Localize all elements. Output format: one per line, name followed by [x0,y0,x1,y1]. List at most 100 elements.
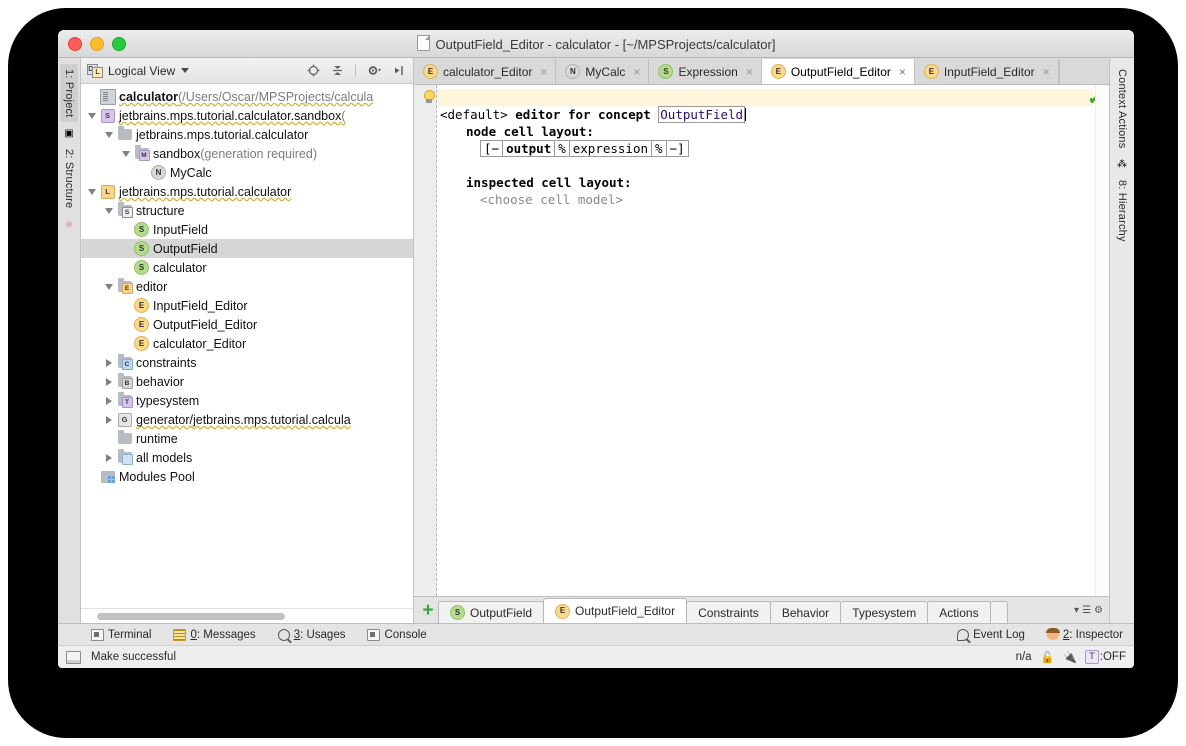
project-horizontal-scrollbar[interactable] [81,608,413,623]
chevron-down-icon[interactable] [102,207,116,214]
lock-icon[interactable]: 🔓 [1041,651,1055,664]
close-icon[interactable]: × [899,65,906,79]
cell-layout-box[interactable]: [− output% expression% −] [480,140,689,157]
editor-tab[interactable]: Ecalculator_Editor × [414,59,557,84]
close-icon[interactable]: × [633,65,640,79]
tool-window-inspector[interactable]: 2: Inspector [1036,628,1134,641]
aspect-tab[interactable]: S OutputField [438,601,545,623]
cell-open-bracket[interactable]: [− [481,141,502,156]
settings-small-icon[interactable]: ⚙ [1094,605,1103,616]
chevron-down-icon[interactable] [85,112,99,119]
editor-code[interactable]: <default> editor for concept OutputField… [440,89,1089,225]
chevron-down-icon[interactable] [102,131,116,138]
chevron-down-icon[interactable] [102,283,116,290]
cell-expression-child[interactable]: expression [568,141,651,156]
tree-node[interactable]: Ggenerator/jetbrains.mps.tutorial.calcul… [81,410,413,429]
aspect-tab[interactable]: Typesystem [840,601,929,623]
window-title-text: OutputField_Editor - calculator - [~/MPS… [435,37,776,52]
tree-node[interactable]: S InputField [81,220,413,239]
tab-type-badge-icon: S [658,64,674,79]
tree-node[interactable]: Ecalculator_Editor [81,334,413,353]
chevron-down-icon[interactable]: ▾ [1074,605,1079,616]
plug-icon[interactable]: 🔌 [1063,651,1077,664]
concept-name-cell[interactable]: OutputField [658,106,746,123]
editor-canvas[interactable]: <default> editor for concept OutputField… [414,85,1109,596]
chevron-right-icon[interactable] [102,453,116,462]
status-toggle[interactable]: T :OFF [1084,650,1126,664]
chevron-right-icon[interactable] [102,377,116,386]
sidebar-tab-hierarchy[interactable]: 8: Hierarchy [1113,175,1131,247]
status-memory-icon[interactable] [66,650,81,664]
tool-window-usages[interactable]: 3: Usages [267,628,357,641]
aspect-tab-blank[interactable] [989,601,1008,623]
tree-node[interactable]: E OutputField_Editor [81,315,413,334]
close-icon[interactable]: × [746,65,753,79]
messages-icon [173,628,187,641]
editor-tab[interactable]: E OutputField_Editor × [761,59,915,84]
sidebar-tab-context-actions[interactable]: Context Actions [1113,64,1131,153]
cell-percent-2[interactable]: % [651,141,666,156]
editor-tab[interactable]: E InputField_Editor × [914,59,1059,84]
zoom-window-button[interactable] [112,36,126,51]
tree-node[interactable]: Sjetbrains.mps.tutorial.calculator.sandb… [81,106,413,125]
sidebar-tab-project[interactable]: 1: Project [60,64,78,123]
cell-output-property[interactable]: output [502,141,554,156]
tool-window-event-log[interactable]: Event Log [946,628,1036,641]
cell-percent-1[interactable]: % [554,141,569,156]
code-node-cell-layout-label: node cell layout: [466,124,594,139]
collapse-all-icon[interactable] [328,63,346,79]
close-icon[interactable]: × [540,65,547,79]
close-icon[interactable]: × [1043,65,1050,79]
tree-node[interactable]: calculator (/Users/Oscar/MPSProjects/cal… [81,87,413,106]
intention-bulb-icon[interactable] [422,90,435,104]
close-window-button[interactable] [68,36,82,51]
chevron-down-icon[interactable] [181,68,190,73]
tree-node[interactable]: N MyCalc [81,163,413,182]
list-icon[interactable]: ☰ [1082,605,1091,616]
gear-icon[interactable] [365,63,383,79]
tree-node[interactable]: all models [81,448,413,467]
sidebar-tab-structure[interactable]: 2: Structure [60,144,78,213]
aspect-tab-overflow-controls[interactable]: ▾ ☰ ⚙ [1074,605,1109,616]
view-selector-label[interactable]: Logical View [108,64,175,78]
aspect-tab[interactable]: Behavior [769,601,842,623]
traffic-light-buttons [58,36,126,51]
chevron-right-icon[interactable] [102,396,116,405]
editor-tab[interactable]: S Expression × [649,59,762,84]
tree-node[interactable]: runtime [81,429,413,448]
tree-node[interactable]: Cconstraints [81,353,413,372]
editor-vertical-scrollbar[interactable] [1095,85,1109,596]
chevron-down-icon[interactable] [85,188,99,195]
chevron-down-icon[interactable] [119,150,133,157]
tree-node[interactable]: Scalculator [81,258,413,277]
editor-tab[interactable]: N MyCalc × [556,59,650,84]
tree-node[interactable]: Ljetbrains.mps.tutorial.calculator [81,182,413,201]
tree-node[interactable]: E InputField_Editor [81,296,413,315]
code-choose-cell-model[interactable]: <choose cell model> [480,192,623,207]
chevron-right-icon[interactable] [102,358,116,367]
add-aspect-button[interactable]: + [418,601,438,620]
tool-window-terminal[interactable]: Terminal [80,628,162,641]
tree-node[interactable]: Eeditor [81,277,413,296]
tool-window-console[interactable]: Console [356,628,437,641]
tree-node[interactable]: jetbrains.mps.tutorial.calculator [81,125,413,144]
minimize-window-button[interactable] [90,36,104,51]
tree-node-label: typesystem [136,393,200,408]
scrollbar-thumb[interactable] [97,612,285,620]
hide-panel-icon[interactable] [389,63,407,79]
locate-icon[interactable] [304,63,322,79]
aspect-tab[interactable]: Actions [927,601,991,623]
aspect-tab[interactable]: E OutputField_Editor [543,598,688,623]
tree-node[interactable]: Bbehavior [81,372,413,391]
aspect-tab[interactable]: Constraints [686,601,771,623]
tree-node[interactable]: Modules Pool [81,467,413,486]
tree-node[interactable]: Ttypesystem [81,391,413,410]
tool-window-bar: Terminal 0: Messages 3: Usages Console E… [58,623,1134,645]
project-tree[interactable]: calculator (/Users/Oscar/MPSProjects/cal… [81,84,413,608]
tree-node[interactable]: Msandbox (generation required) [81,144,413,163]
cell-close-bracket[interactable]: −] [665,141,688,156]
tree-node[interactable]: S OutputField [81,239,413,258]
tool-window-messages[interactable]: 0: Messages [162,628,266,641]
chevron-right-icon[interactable] [102,415,116,424]
tree-node[interactable]: Sstructure [81,201,413,220]
